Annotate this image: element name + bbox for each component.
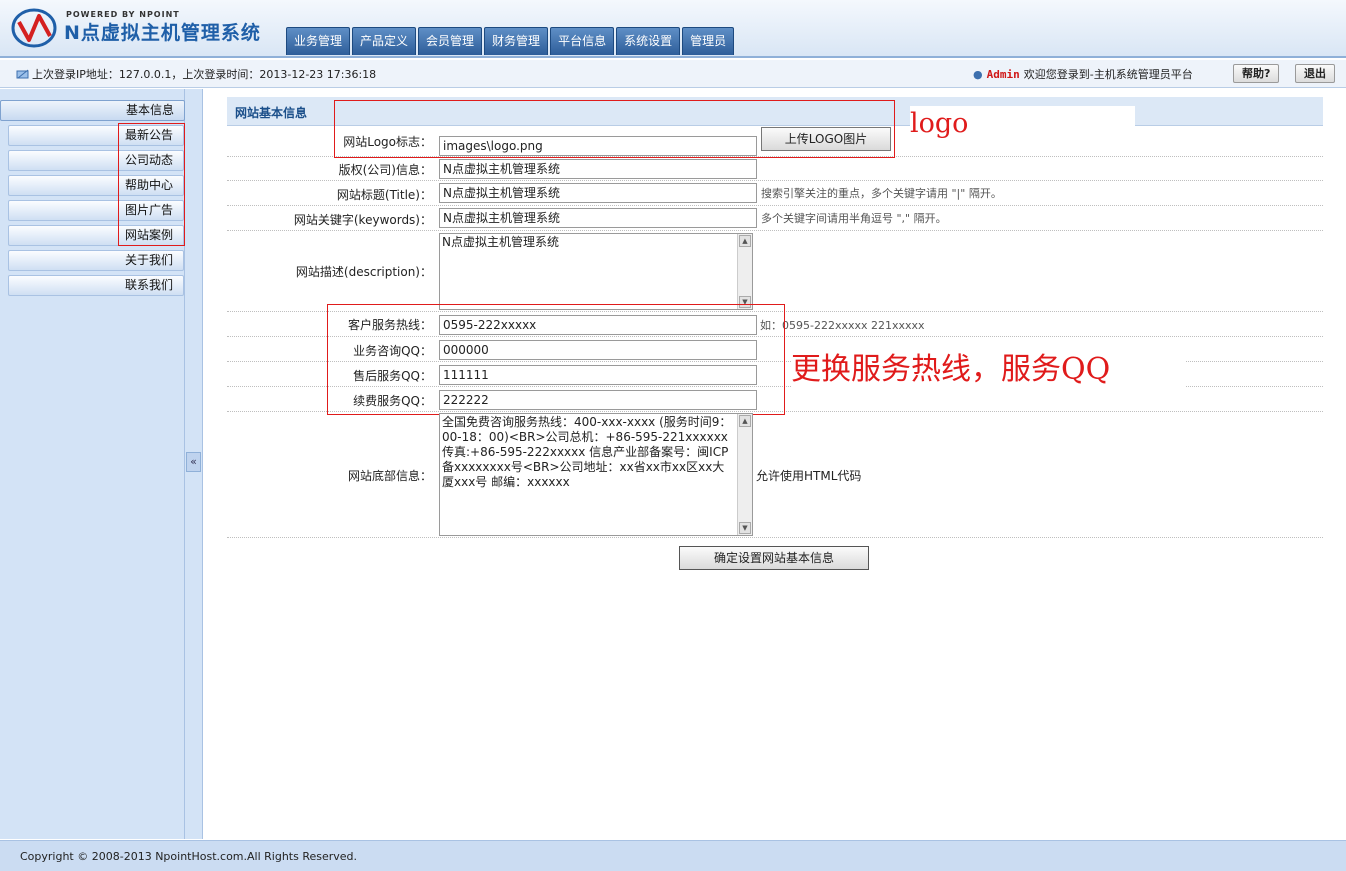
welcome-message: ● Admin 欢迎您登录到-主机系统管理员平台: [973, 66, 1193, 82]
info-bar: 上次登录IP地址：127.0.0.1，上次登录时间：2013-12-23 17:…: [0, 60, 1346, 88]
copyright-input[interactable]: N点虚拟主机管理系统: [439, 159, 757, 179]
row-divider: [227, 537, 1323, 538]
logout-button[interactable]: 退出: [1295, 64, 1335, 83]
admin-name: Admin: [986, 68, 1020, 81]
nav-tab-finance[interactable]: 财务管理: [484, 27, 549, 55]
keywords-label: 网站关键字(keywords)：: [293, 213, 432, 227]
nav-tab-admin[interactable]: 管理员: [682, 27, 735, 55]
keywords-hint: 多个关键字间请用半角逗号 "," 隔开。: [761, 212, 947, 225]
user-icon: ●: [973, 68, 983, 81]
description-text: N点虚拟主机管理系统: [442, 235, 559, 249]
footer-info-textarea[interactable]: 全国免费咨询服务热线：400-xxx-xxxx (服务时间9：00-18：00)…: [439, 413, 753, 536]
footer-info-label: 网站底部信息：: [347, 469, 432, 483]
keywords-input[interactable]: N点虚拟主机管理系统: [439, 208, 757, 228]
description-label: 网站描述(description)：: [295, 265, 432, 279]
panel-title: 网站基本信息: [235, 106, 308, 120]
copyright-label: 版权(公司)信息：: [338, 163, 432, 177]
logo-icon: [11, 8, 57, 48]
page-footer: Copyright © 2008-2013 NpointHost.com.All…: [0, 840, 1346, 871]
scroll-down-icon[interactable]: ▼: [739, 522, 751, 534]
logo-title: N点虚拟主机管理系统: [64, 22, 261, 44]
sidebar-collapse-strip: «: [185, 89, 203, 839]
site-title-input[interactable]: N点虚拟主机管理系统: [439, 183, 757, 203]
top-nav: 业务管理 产品定义 会员管理 财务管理 平台信息 系统设置 管理员: [286, 27, 736, 55]
site-title-hint: 搜索引擎关注的重点，多个关键字请用 "|" 隔开。: [761, 187, 1002, 200]
nav-tab-members[interactable]: 会员管理: [418, 27, 483, 55]
description-textarea[interactable]: N点虚拟主机管理系统 ▲ ▼: [439, 233, 753, 310]
footer-info-text: 全国免费咨询服务热线：400-xxx-xxxx (服务时间9：00-18：00)…: [442, 415, 732, 489]
service-annotation: 更换服务热线，服务QQ: [791, 350, 1186, 392]
description-scrollbar[interactable]: ▲ ▼: [737, 234, 752, 309]
app-header: POWERED BY NPOINT N点虚拟主机管理系统 业务管理 产品定义 会…: [0, 0, 1346, 58]
sidebar-highlight-box: [118, 123, 185, 246]
site-title-label: 网站标题(Title)：: [336, 188, 432, 202]
row-divider: [227, 180, 1323, 181]
sidebar-item-about[interactable]: 关于我们: [8, 250, 184, 271]
nav-tab-settings[interactable]: 系统设置: [616, 27, 681, 55]
service-highlight-box: [327, 304, 785, 415]
collapse-sidebar-icon[interactable]: «: [186, 452, 201, 472]
welcome-text: 欢迎您登录到-主机系统管理员平台: [1023, 68, 1193, 81]
nav-tab-products[interactable]: 产品定义: [352, 27, 417, 55]
login-info: 上次登录IP地址：127.0.0.1，上次登录时间：2013-12-23 17:…: [16, 66, 376, 82]
login-icon: [16, 69, 29, 79]
copyright-text: Copyright © 2008-2013 NpointHost.com.All…: [20, 850, 358, 863]
footer-info-scrollbar[interactable]: ▲ ▼: [737, 414, 752, 535]
nav-tab-business[interactable]: 业务管理: [286, 27, 351, 55]
logo-annotation: logo: [910, 106, 1135, 146]
help-button[interactable]: 帮助?: [1233, 64, 1280, 83]
submit-basic-info-button[interactable]: 确定设置网站基本信息: [679, 546, 869, 570]
nav-tab-platform[interactable]: 平台信息: [550, 27, 615, 55]
login-info-text: 上次登录IP地址：127.0.0.1，上次登录时间：2013-12-23 17:…: [32, 68, 377, 81]
scroll-up-icon[interactable]: ▲: [739, 235, 751, 247]
sidebar-item-basic-info[interactable]: 基本信息: [0, 100, 185, 121]
logo-highlight-box: [334, 100, 895, 158]
row-divider: [227, 230, 1323, 231]
row-divider: [227, 205, 1323, 206]
footer-info-hint: 允许使用HTML代码: [756, 469, 862, 483]
scroll-up-icon[interactable]: ▲: [739, 415, 751, 427]
sidebar-item-contact[interactable]: 联系我们: [8, 275, 184, 296]
